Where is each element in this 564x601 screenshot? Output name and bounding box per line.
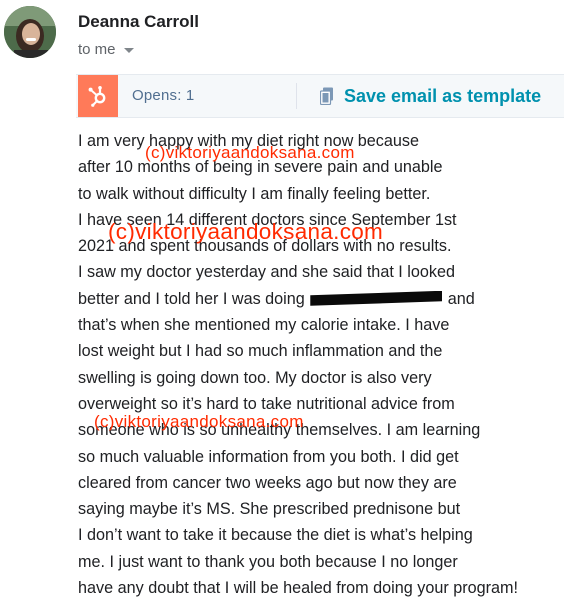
sprocket-icon (88, 86, 106, 107)
save-template-label: Save email as template (344, 85, 542, 106)
chevron-down-icon[interactable] (123, 48, 134, 53)
message-body: I am very happy with my diet right now b… (78, 128, 564, 601)
message-line: 2021 and spent thousands of dollars with… (78, 237, 452, 256)
message-line: have any doubt that I will be healed fro… (78, 579, 519, 598)
hubspot-logo-icon[interactable] (78, 75, 118, 117)
message-line: cleared from cancer two weeks ago but no… (78, 473, 457, 492)
message-line: I don’t want to take it because the diet… (78, 526, 473, 545)
recipient-label: to me (78, 41, 116, 58)
message-line: so much valuable information from you bo… (78, 447, 459, 466)
redaction-mark (310, 290, 443, 306)
save-template-button[interactable]: Save email as template (320, 83, 541, 109)
opens-count: Opens: 1 (132, 87, 195, 104)
email-header: Deanna Carroll to me (0, 0, 564, 70)
avatar-photo (4, 6, 56, 58)
message-line: saying maybe it’s MS. She prescribed pre… (78, 500, 461, 519)
message-line: I have seen 14 different doctors since S… (78, 210, 457, 229)
message-line-text: better and I told her I was doing (78, 289, 305, 308)
hubspot-tracking-bar: Opens: 1 Save email as template (76, 74, 564, 118)
divider (296, 83, 297, 109)
message-line: I am very happy with my diet right now b… (78, 132, 419, 150)
message-line: that’s when she mentioned my calorie int… (78, 316, 450, 335)
message-line: after 10 months of being in severe pain … (78, 158, 443, 177)
message-line: swelling is going down too. My doctor is… (78, 368, 432, 387)
message-line: to walk without difficulty I am finally … (78, 184, 431, 203)
recipient-dropdown[interactable]: to me (78, 41, 134, 58)
message-line: I saw my doctor yesterday and she said t… (78, 263, 456, 282)
message-line: me. I just want to thank you both becaus… (78, 552, 458, 571)
message-line: overweight so it’s hard to take nutritio… (78, 394, 455, 413)
avatar[interactable] (4, 6, 56, 58)
sender-name: Deanna Carroll (78, 12, 199, 31)
copy-icon (320, 87, 333, 105)
message-line: lost weight but I had so much inflammati… (78, 342, 443, 361)
message-line-redacted: better and I told her I was doing and (78, 286, 564, 312)
message-line: someone who is so unhealthy themselves. … (78, 421, 481, 440)
message-line-suffix: and (447, 289, 475, 308)
